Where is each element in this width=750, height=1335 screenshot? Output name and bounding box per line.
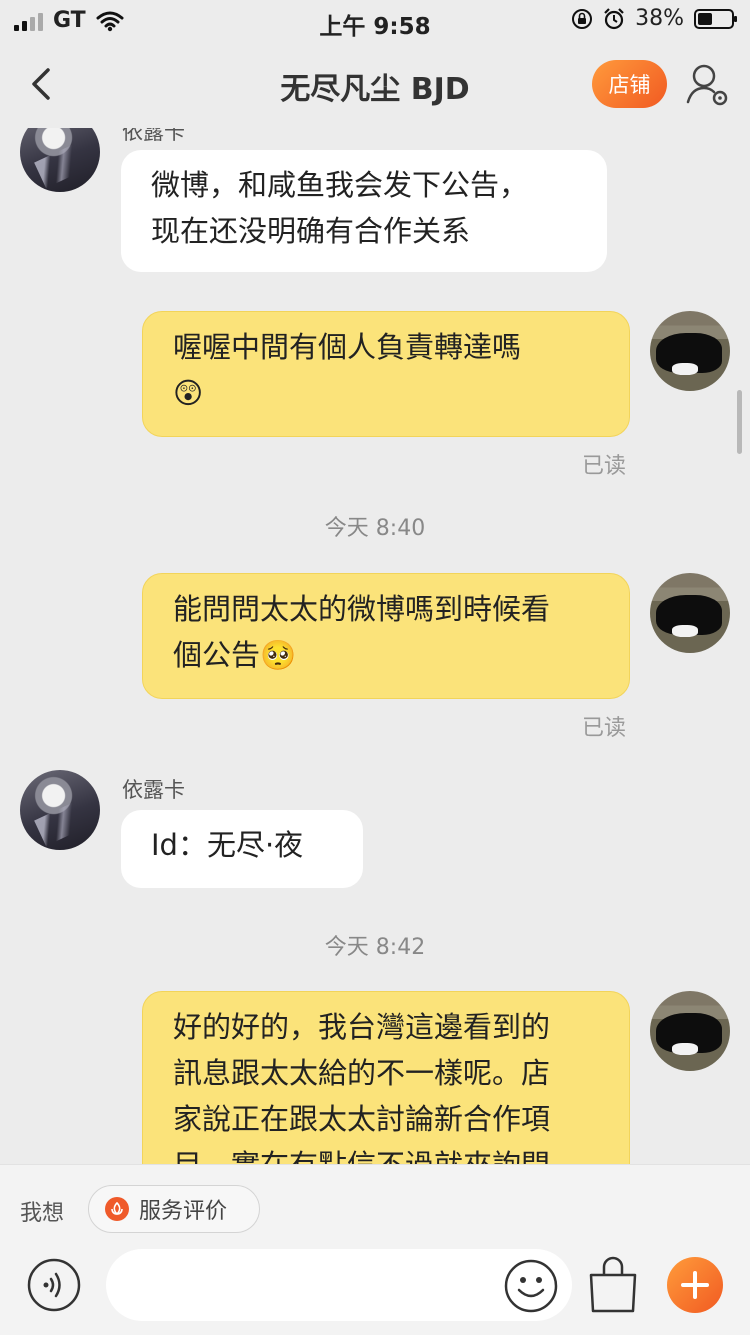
avatar[interactable] (20, 128, 100, 192)
message-line: 微博，和咸鱼我会发下公告， (151, 168, 529, 202)
message-line: 訊息跟太太給的不一樣呢。店 (173, 1056, 551, 1090)
message-bubble-received[interactable]: 微博，和咸鱼我会发下公告， 现在还没明确有合作关系 (121, 150, 607, 272)
message-line: 家說正在跟太太討論新合作項 (173, 1102, 551, 1136)
bottom-bar: 我想 服务评价 (0, 1164, 750, 1335)
read-status: 已读 (582, 716, 627, 741)
message-line: Id：无尽·夜 (151, 828, 304, 862)
message-line: 個公告🥺 (173, 638, 297, 672)
alarm-icon (604, 7, 624, 29)
shopping-bag-icon[interactable] (585, 1255, 641, 1315)
chat-area[interactable]: 依露卡 微博，和咸鱼我会发下公告， 现在还没明确有合作关系 喔喔中間有個人負責轉… (0, 128, 750, 1164)
message-line: 现在还没明确有合作关系 (151, 214, 471, 248)
read-status: 已读 (582, 454, 627, 479)
message-line: 喔喔中間有個人負責轉達嗎 (173, 330, 522, 364)
status-bar: GT 上午 9:58 38% (0, 0, 750, 42)
avatar[interactable] (20, 770, 100, 850)
message-bubble-sent[interactable]: 喔喔中間有個人負責轉達嗎 😲 (142, 311, 630, 437)
battery-icon (694, 8, 737, 29)
rotation-lock-icon (572, 8, 593, 29)
shop-button[interactable]: 店铺 (592, 60, 667, 108)
message-line: 能問問太太的微博嗎到時候看 (173, 592, 551, 626)
plus-icon[interactable] (667, 1257, 723, 1313)
timestamp: 今天 8:42 (324, 935, 426, 960)
my-avatar[interactable] (650, 991, 730, 1071)
service-rating-icon (105, 1197, 129, 1221)
battery-percent: 38% (635, 6, 684, 31)
message-line: 目，實在有點信不過就來詢問 (173, 1142, 599, 1164)
service-rating-button[interactable]: 服务评价 (88, 1185, 260, 1233)
my-avatar[interactable] (650, 311, 730, 391)
service-rating-label: 服务评价 (139, 1199, 228, 1224)
wish-label: 我想 (20, 1201, 65, 1226)
sender-name: 依露卡 (122, 778, 185, 802)
message-line: 😲 (173, 376, 204, 410)
user-settings-icon[interactable] (686, 62, 730, 108)
message-bubble-received[interactable]: Id：无尽·夜 (121, 810, 363, 888)
message-bubble-sent[interactable]: 能問問太太的微博嗎到時候看 個公告🥺 (142, 573, 630, 699)
message-line: 好的好的，我台灣這邊看到的 (173, 1010, 551, 1044)
message-bubble-sent[interactable]: 好的好的，我台灣這邊看到的 訊息跟太太給的不一樣呢。店 家說正在跟太太討論新合作… (142, 991, 630, 1164)
timestamp: 今天 8:40 (324, 516, 426, 541)
scrollbar[interactable] (737, 390, 742, 454)
nav-bar: 无尽凡尘 BJD 店铺 (0, 42, 750, 128)
sender-name: 依露卡 (122, 128, 185, 144)
status-right: 38% (571, 6, 737, 31)
voice-icon[interactable] (26, 1257, 82, 1313)
emoji-icon[interactable] (503, 1258, 559, 1314)
my-avatar[interactable] (650, 573, 730, 653)
